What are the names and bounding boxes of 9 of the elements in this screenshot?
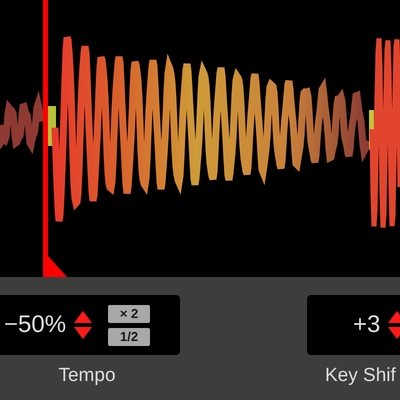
- key-shift-label: Key Shif: [325, 365, 396, 387]
- playhead-marker[interactable]: [43, 0, 69, 277]
- tempo-multiplier-button[interactable]: 1/2: [108, 328, 150, 346]
- down-arrow-icon[interactable]: [74, 327, 92, 339]
- tempo-label: Tempo: [58, 365, 116, 387]
- up-arrow-icon[interactable]: [74, 311, 92, 323]
- key-shift-value: +3: [353, 311, 380, 339]
- tempo-multiplier-button[interactable]: × 2: [108, 304, 150, 322]
- tempo-value: −50%: [4, 311, 66, 339]
